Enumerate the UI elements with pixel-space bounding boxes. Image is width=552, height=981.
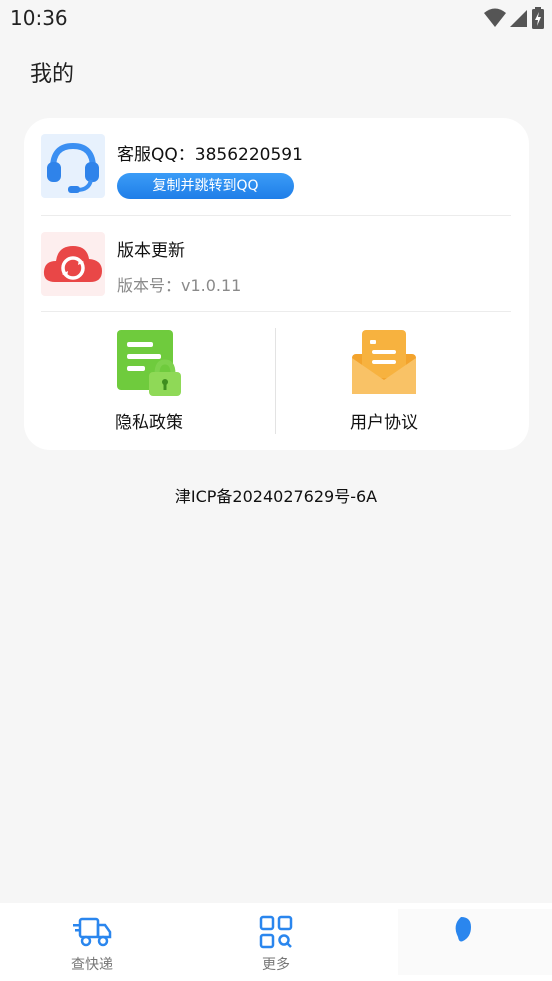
cloud-refresh-icon bbox=[41, 232, 105, 296]
battery-charging-icon bbox=[532, 7, 544, 29]
privacy-policy-label: 隐私政策 bbox=[115, 413, 183, 433]
divider bbox=[41, 311, 511, 312]
version-update-row[interactable]: 版本更新 版本号：v1.0.11 bbox=[41, 230, 511, 310]
icp-record-text: 津ICP备2024027629号-6A bbox=[174, 487, 378, 506]
signal-icon bbox=[510, 10, 527, 27]
profile-icon bbox=[440, 915, 480, 949]
customer-service-qq: 客服QQ：3856220591 bbox=[117, 145, 303, 165]
privacy-document-lock-icon bbox=[117, 330, 181, 396]
user-agreement-label: 用户协议 bbox=[350, 413, 418, 433]
divider bbox=[41, 215, 511, 216]
privacy-policy-item[interactable]: 隐私政策 bbox=[41, 330, 275, 442]
bottom-tab-bar: 查快递 更多 bbox=[0, 903, 552, 981]
status-time: 10:36 bbox=[10, 6, 68, 30]
headset-icon bbox=[41, 134, 105, 198]
tab-query-express[interactable]: 查快递 bbox=[0, 903, 184, 981]
tab-label: 查快递 bbox=[71, 957, 113, 973]
status-icons bbox=[484, 7, 544, 29]
page-title: 我的 bbox=[30, 62, 75, 87]
wifi-icon bbox=[484, 8, 506, 27]
user-agreement-item[interactable]: 用户协议 bbox=[276, 330, 510, 442]
tab-profile[interactable] bbox=[368, 903, 552, 981]
status-bar: 10:36 bbox=[0, 0, 552, 38]
grid-search-icon bbox=[256, 915, 296, 949]
version-update-title: 版本更新 bbox=[117, 241, 185, 261]
customer-service-row: 客服QQ：3856220591 复制并跳转到QQ bbox=[41, 132, 511, 214]
settings-card: 客服QQ：3856220591 复制并跳转到QQ 版本更新 版本号：v1.0.1… bbox=[24, 118, 529, 450]
delivery-truck-icon bbox=[72, 915, 112, 949]
tab-more[interactable]: 更多 bbox=[184, 903, 368, 981]
user-agreement-envelope-icon bbox=[352, 330, 416, 396]
version-number: 版本号：v1.0.11 bbox=[117, 276, 242, 295]
tab-label: 更多 bbox=[262, 957, 290, 973]
copy-and-open-qq-button[interactable]: 复制并跳转到QQ bbox=[117, 173, 294, 199]
